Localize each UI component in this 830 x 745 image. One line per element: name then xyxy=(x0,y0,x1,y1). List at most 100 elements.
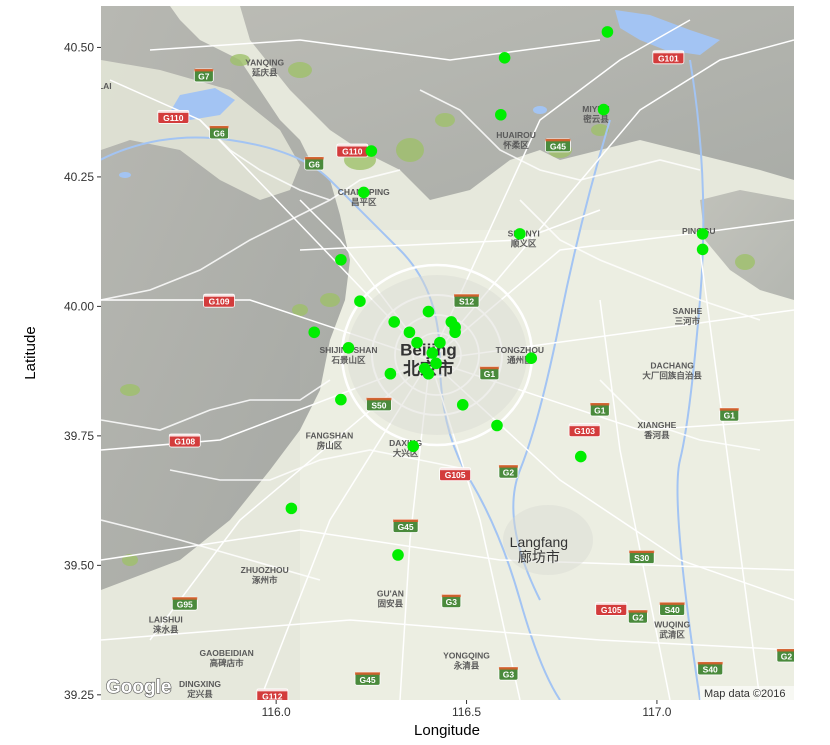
highway-shield: G1 xyxy=(719,407,740,422)
place-name: HUAIROU xyxy=(496,130,536,140)
highway-shield: G105 xyxy=(439,467,472,482)
map-credit: Map data ©2016 xyxy=(704,688,786,700)
highway-shield: G2 xyxy=(627,609,648,624)
place-name-chinese: 固安县 xyxy=(378,598,404,608)
highway-shield: G3 xyxy=(441,594,462,608)
place-name: YONGQING xyxy=(443,651,490,661)
place-name: FANGSHAN xyxy=(306,430,354,440)
shield-label: G45 xyxy=(398,522,414,532)
place-name: SANHE xyxy=(673,306,703,316)
place-name: TONGZHOU xyxy=(496,345,544,355)
place-name-chinese: 房山区 xyxy=(317,440,343,450)
place-name-chinese: 石景山区 xyxy=(330,355,366,365)
shield-label: G7 xyxy=(198,71,210,81)
place-name: DACHANG xyxy=(650,361,694,371)
place-name: DINGXING xyxy=(179,679,221,689)
highway-shield: G103 xyxy=(568,423,601,438)
shield-label: G2 xyxy=(503,468,515,478)
place-name-chinese: 香河县 xyxy=(643,430,670,440)
highway-shield: G6 xyxy=(209,125,229,140)
place-name: Langfang xyxy=(510,534,568,550)
highway-shield: G2 xyxy=(498,464,519,479)
place-label: Langfang廊坊市 xyxy=(510,534,568,565)
place-name: GAOBEIDIAN xyxy=(199,648,253,658)
y-tick-label: 40.50 xyxy=(64,40,94,54)
place-name: XIANGHE xyxy=(638,420,677,430)
shield-label: G105 xyxy=(601,605,622,615)
shield-label: G108 xyxy=(174,437,195,447)
data-point xyxy=(434,336,446,349)
shield-label: G6 xyxy=(213,128,225,138)
place-name: LAI xyxy=(98,81,112,91)
data-point xyxy=(696,228,709,240)
place-label: SANHE三河市 xyxy=(673,306,703,326)
highway-shield: G110 xyxy=(157,109,190,124)
x-axis-title: Longitude xyxy=(414,722,480,739)
place-name-chinese: 怀柔区 xyxy=(503,140,529,150)
data-point xyxy=(597,103,610,116)
shield-label: S50 xyxy=(371,400,386,410)
data-point xyxy=(388,316,400,328)
data-point xyxy=(403,326,416,339)
place-name-chinese: 永清县 xyxy=(453,661,480,671)
data-point xyxy=(430,357,442,370)
shield-label: G6 xyxy=(309,159,321,169)
highway-shield: S30 xyxy=(628,550,655,564)
x-tick-label: 116.5 xyxy=(452,705,481,719)
shield-label: G3 xyxy=(446,597,458,607)
y-tick-label: 39.75 xyxy=(64,429,94,443)
highway-shield: G45 xyxy=(392,519,419,533)
data-point xyxy=(491,419,503,432)
shield-label: G105 xyxy=(445,470,466,480)
data-point xyxy=(354,295,366,308)
highway-shield: G112 xyxy=(256,688,289,700)
place-label: LAI xyxy=(98,81,112,91)
shield-label: G103 xyxy=(574,426,595,436)
place-name-chinese: 三河市 xyxy=(675,316,701,326)
place-name-chinese: 武清区 xyxy=(659,629,685,639)
place-label: DACHANG大厂回族自治县 xyxy=(642,361,702,381)
data-point xyxy=(342,342,355,354)
place-name-chinese: 昌平区 xyxy=(351,197,377,207)
data-point xyxy=(456,398,469,411)
highway-shield: G1 xyxy=(479,366,500,381)
data-point xyxy=(426,347,439,359)
y-tick-label: 40.25 xyxy=(64,170,94,184)
data-point xyxy=(335,393,347,406)
place-name-chinese: 定兴县 xyxy=(186,689,213,699)
highway-shield: S40 xyxy=(697,661,724,676)
data-point xyxy=(422,367,435,380)
data-point xyxy=(407,440,420,453)
highway-shield: G2 xyxy=(776,648,794,663)
highway-shield: S50 xyxy=(366,397,392,412)
data-point xyxy=(696,243,709,256)
x-axis: 116.0 116.5 117.0 xyxy=(262,700,672,719)
y-axis-title: Latitude xyxy=(22,326,39,379)
shield-label: G110 xyxy=(342,147,363,157)
data-point xyxy=(495,108,507,121)
data-point xyxy=(384,367,397,380)
shield-label: G101 xyxy=(658,53,679,63)
data-point xyxy=(422,305,435,318)
highway-shield: G108 xyxy=(168,433,201,448)
place-name-chinese: 大厂回族自治县 xyxy=(642,371,702,381)
map-panel[interactable]: Beijing北京市Langfang廊坊市YANQING延庆县HUAIROU怀柔… xyxy=(98,6,796,702)
highway-shield: G105 xyxy=(595,601,628,616)
highway-shield: G101 xyxy=(652,50,685,65)
highway-shield: G110 xyxy=(336,143,369,158)
highway-shield: G45 xyxy=(545,138,571,153)
data-point xyxy=(285,502,298,515)
map-figure: Beijing北京市Langfang廊坊市YANQING延庆县HUAIROU怀柔… xyxy=(22,6,796,739)
place-name-chinese: 延庆县 xyxy=(251,68,278,78)
shield-label: G1 xyxy=(484,369,496,379)
place-label: LAISHUI涞水县 xyxy=(149,614,183,634)
place-name: LAISHUI xyxy=(149,614,183,624)
place-name: GU'AN xyxy=(377,588,404,598)
data-point xyxy=(308,326,321,339)
place-name: ZHUOZHOU xyxy=(241,565,289,575)
highway-shield: S40 xyxy=(659,601,686,616)
place-name-chinese: 高碑店市 xyxy=(210,658,245,668)
highway-shield: S12 xyxy=(453,293,480,308)
y-tick-label: 40.00 xyxy=(64,299,94,313)
shield-label: G2 xyxy=(632,613,644,623)
